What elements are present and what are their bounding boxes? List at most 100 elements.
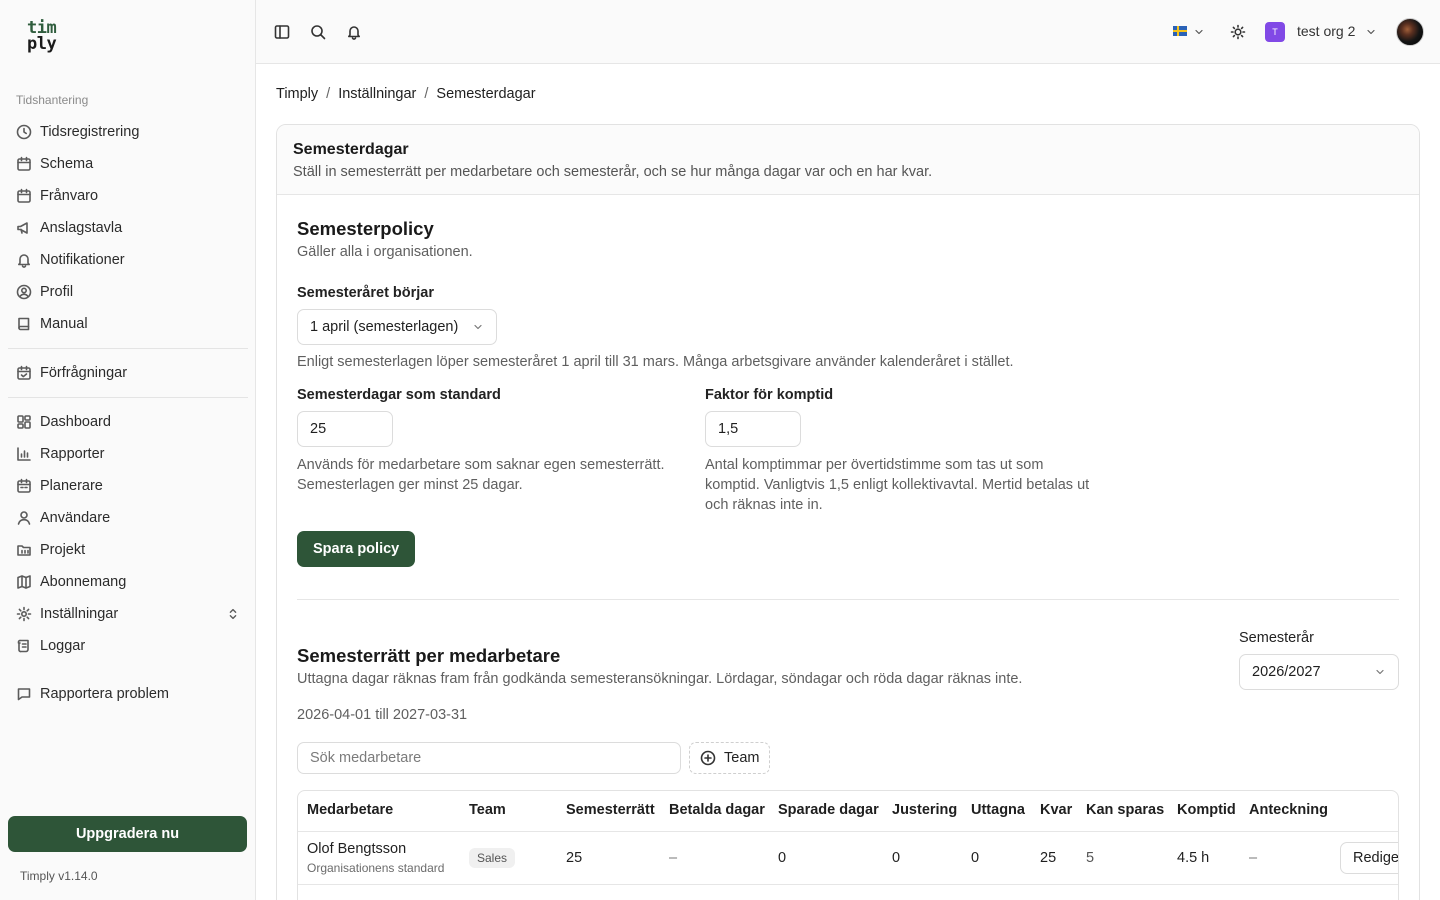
sidebar-item-abonnemang[interactable]: Abonnemang	[8, 567, 248, 597]
sidebar-item-label: Tidsregistrering	[40, 124, 140, 140]
sidebar-item-profil[interactable]: Profil	[8, 277, 248, 307]
sidebar-item-label: Schema	[40, 156, 94, 172]
sidebar-item-rapportera-problem[interactable]: Rapportera problem	[8, 679, 248, 709]
megaphone-icon	[16, 220, 32, 236]
policy-subtitle: Gäller alla i organisationen.	[297, 244, 473, 260]
page-title: Semesterdagar	[293, 141, 409, 158]
comp-factor-input[interactable]: 1,5	[705, 411, 801, 447]
comp-time-value: 4.5 h	[1177, 850, 1210, 866]
sidebar-item-loggar[interactable]: Loggar	[8, 631, 248, 661]
column-header[interactable]: Kan sparas	[1086, 802, 1164, 818]
breadcrumb-separator: /	[424, 86, 429, 102]
team-filter-button[interactable]: Team	[689, 742, 771, 774]
org-badge[interactable]: T	[1265, 22, 1285, 42]
bell-icon	[16, 252, 32, 268]
year-select[interactable]: 2026/2027	[1239, 654, 1399, 690]
timply-logo[interactable]: tim ply	[27, 20, 57, 53]
main-card: Semesterdagar Ställ in semesterrätt per …	[276, 124, 1420, 900]
column-header[interactable]: Team	[469, 802, 506, 818]
sidebar-item-label: Förfrågningar	[40, 365, 128, 381]
sidebar-item-installningar[interactable]: Inställningar	[8, 599, 248, 629]
entitlement-source: Organisationens standard	[307, 861, 445, 875]
scroll-icon	[16, 638, 32, 654]
sidebar-item-label: Planerare	[40, 478, 103, 494]
table-divider	[298, 831, 1398, 832]
chevron-down-icon	[472, 321, 484, 333]
sidebar-item-rapporter[interactable]: Rapporter	[8, 439, 248, 469]
avatar[interactable]	[1396, 18, 1424, 46]
chevron-down-icon	[1374, 666, 1386, 678]
entitlement-value: 25	[566, 850, 583, 866]
calendar-icon	[16, 478, 32, 494]
save-policy-button[interactable]: Spara policy	[297, 531, 416, 567]
sidebar-item-anslagstavla[interactable]: Anslagstavla	[8, 213, 248, 243]
sidebar-toggle-icon[interactable]	[274, 24, 290, 40]
sidebar-item-label: Projekt	[40, 542, 86, 558]
column-header[interactable]: Betalda dagar	[669, 802, 765, 818]
can-save-value: 5	[1086, 850, 1095, 866]
calendar-icon	[16, 188, 32, 204]
swedish-flag-icon[interactable]	[1173, 26, 1187, 36]
edit-button[interactable]: Redigera	[1340, 842, 1398, 874]
team-filter-label: Team	[724, 750, 760, 766]
table-divider	[298, 884, 1398, 885]
comp-factor-label: Faktor för komptid	[705, 387, 834, 403]
user-icon	[16, 510, 32, 526]
sidebar-item-projekt[interactable]: Projekt	[8, 535, 248, 565]
sidebar-item-label: Dashboard	[40, 414, 111, 430]
default-days-input[interactable]: 25	[297, 411, 393, 447]
comp-factor-help: Antal komptimmar per övertidstimme som t…	[705, 457, 1090, 513]
sidebar-item-label: Loggar	[40, 638, 86, 654]
breadcrumb-item[interactable]: Inställningar	[338, 86, 416, 102]
employee-search-input[interactable]: Sök medarbetare	[297, 742, 681, 774]
sidebar-divider	[8, 397, 248, 398]
plus-circle-icon	[700, 750, 716, 766]
year-label: Semesterår	[1239, 630, 1314, 646]
card-header: Semesterdagar Ställ in semesterrätt per …	[277, 125, 1419, 195]
chevron-down-icon[interactable]	[1193, 26, 1205, 38]
adjustment-value: 0	[892, 850, 901, 866]
upgrade-button[interactable]: Uppgradera nu	[8, 816, 247, 852]
sidebar-section-label: Tidshantering	[16, 93, 89, 107]
bell-icon[interactable]	[346, 24, 362, 40]
sidebar-item-franvaro[interactable]: Frånvaro	[8, 181, 248, 211]
year-start-value: 1 april (semesterlagen)	[310, 319, 459, 335]
sidebar-item-tidsregistrering[interactable]: Tidsregistrering	[8, 117, 248, 147]
sidebar-item-label: Rapportera problem	[40, 686, 169, 702]
sidebar-item-label: Notifikationer	[40, 252, 125, 268]
sidebar-item-manual[interactable]: Manual	[8, 309, 248, 339]
column-header[interactable]: Semesterrätt	[566, 802, 655, 818]
sidebar-item-planerare[interactable]: Planerare	[8, 471, 248, 501]
year-start-label: Semesteråret börjar	[297, 285, 435, 301]
sidebar-item-dashboard[interactable]: Dashboard	[8, 407, 248, 437]
sidebar-item-schema[interactable]: Schema	[8, 149, 248, 179]
chevron-down-icon[interactable]	[1365, 26, 1377, 38]
sidebar-item-label: Inställningar	[40, 606, 119, 622]
org-switcher[interactable]: test org 2	[1297, 23, 1355, 39]
sidebar-item-label: Manual	[40, 316, 88, 332]
column-header[interactable]: Uttagna	[971, 802, 1025, 818]
column-header[interactable]: Medarbetare	[307, 802, 393, 818]
sidebar-item-anvandare[interactable]: Användare	[8, 503, 248, 533]
sun-icon[interactable]	[1230, 24, 1246, 40]
taken-value: 0	[971, 850, 980, 866]
entitlements-table: Medarbetare Team Semesterrätt Betalda da…	[297, 790, 1399, 900]
column-header[interactable]: Komptid	[1177, 802, 1236, 818]
year-start-help: Enligt semesterlagen löper semesteråret …	[297, 354, 1014, 370]
column-header[interactable]: Anteckning	[1249, 802, 1328, 818]
sidebar-item-notifikationer[interactable]: Notifikationer	[8, 245, 248, 275]
book-icon	[16, 316, 32, 332]
sidebar-item-forfragningar[interactable]: Förfrågningar	[8, 358, 248, 388]
note-value: –	[1249, 850, 1258, 866]
breadcrumb-item[interactable]: Timply	[276, 86, 318, 102]
column-header[interactable]: Kvar	[1040, 802, 1072, 818]
breadcrumb: Timply / Inställningar / Semesterdagar	[276, 86, 536, 102]
column-header[interactable]: Sparade dagar	[778, 802, 879, 818]
clock-icon	[16, 124, 32, 140]
search-icon[interactable]	[310, 24, 326, 40]
sidebar-item-label: Frånvaro	[40, 188, 99, 204]
dashboard-icon	[16, 414, 32, 430]
year-start-select[interactable]: 1 april (semesterlagen)	[297, 309, 497, 345]
column-header[interactable]: Justering	[892, 802, 957, 818]
bar-chart-icon	[16, 446, 32, 462]
